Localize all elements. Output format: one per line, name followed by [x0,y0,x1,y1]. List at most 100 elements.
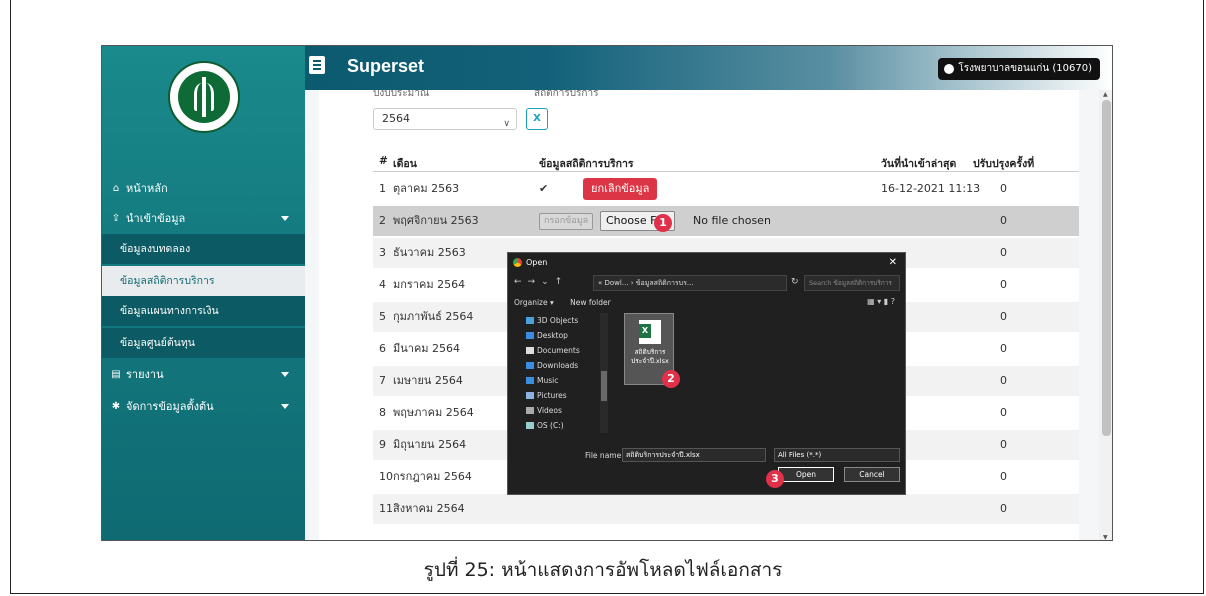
organize-button[interactable]: Organize ▾ [514,298,554,307]
row-month: พฤษภาคม 2564 [393,406,474,419]
tree-label: Videos [537,406,562,415]
row-update: 0 [1000,246,1007,259]
menu-toggle-button[interactable] [309,56,325,74]
sidebar-subitem-financial-plan[interactable]: ข้อมูลแผนทางการเงิน [102,296,305,326]
tree-label: Pictures [537,391,567,400]
row-update: 0 [1000,438,1007,451]
folder-tree: 3D Objects Desktop Documents Downloads M… [516,313,612,443]
step-marker-2: 2 [662,370,680,388]
fill-data-button[interactable]: กรอกข้อมูล [539,213,594,230]
row-month: มิถุนายน 2564 [393,438,467,451]
gear-icon: ✱ [111,401,121,412]
tree-scrollbar[interactable] [600,313,608,433]
row-month: มีนาคม 2564 [393,342,461,355]
year-select[interactable]: 2564 ∨ [373,108,517,130]
step-marker-3: 3 [766,470,784,488]
sidebar-item-reports[interactable]: ▤ รายงาน [102,360,305,390]
nav-arrows[interactable]: ←→⌄↑ [514,277,568,287]
chevron-down-icon: ∨ [503,119,510,129]
tree-item-os-c[interactable]: OS (C:) [516,418,612,433]
tree-item-music[interactable]: Music [516,373,612,388]
user-menu[interactable]: โรงพยาบาลขอนแก่น (10670) [938,58,1100,80]
tree-item-pictures[interactable]: Pictures [516,388,612,403]
sidebar: ⌂ หน้าหลัก ⇪ นำเข้าข้อมูล ข้อมูลงบทดลอง … [102,46,305,540]
row-month: เมษายน 2564 [393,374,463,387]
search-input[interactable]: Search ข้อมูลสถิติการบริการ [804,275,900,291]
open-button[interactable]: Open [778,467,834,482]
file-name-label: File name: [585,451,624,460]
new-folder-button[interactable]: New folder [570,298,611,307]
sidebar-item-master-data[interactable]: ✱ จัดการข้อมูลตั้งต้น [102,392,305,422]
file-type-select[interactable]: All Files (*.*) [774,448,900,462]
row-update: 0 [1000,374,1007,387]
row-update: 0 [1000,502,1007,515]
top-bar: Superset โรงพยาบาลขอนแก่น (10670) [305,46,1112,90]
file-open-dialog: Open ✕ ←→⌄↑ « Dowl... › ข้อมูลสถิติการบร… [507,252,906,495]
row-month: สิงหาคม 2564 [393,502,465,515]
ministry-logo [168,61,240,133]
upload-icon: ⇪ [111,213,121,224]
document-icon: ▤ [111,369,121,380]
tree-label: Desktop [537,331,568,340]
row-num: 9 [379,438,386,451]
tree-label: Downloads [537,361,579,370]
row-update: 0 [1000,278,1007,291]
table-row: 11 สิงหาคม 2564 0 [373,494,1079,524]
sidebar-subitem-cost-center[interactable]: ข้อมูลศูนย์ต้นทุน [102,328,305,358]
row-month: กุมภาพันธ์ 2564 [393,310,474,323]
excel-download-button[interactable]: X [526,108,548,130]
table-header: # เดือน ข้อมูลสถิติการบริการ วันที่นำเข้… [373,152,1079,172]
cancel-button[interactable]: Cancel [844,467,900,482]
dialog-toolbar: Organize ▾ New folder [514,298,625,307]
row-num: 4 [379,278,386,291]
hospital-name: โรงพยาบาลขอนแก่น (10670) [958,63,1092,74]
sidebar-subitem-service-stats[interactable]: ข้อมูลสถิติการบริการ [102,266,305,296]
tree-item-desktop[interactable]: Desktop [516,328,612,343]
page-scrollbar[interactable]: ▲ ▼ [1099,90,1112,540]
scroll-down-icon[interactable]: ▼ [1103,534,1108,540]
type-label: สถิติการบริการ [534,90,599,96]
user-icon [944,64,955,74]
tree-label: Music [537,376,559,385]
file-tile-name: สถิติบริการประจำปี.xlsx [631,348,669,365]
row-month: ตุลาคม 2563 [393,182,460,195]
row-update: 0 [1000,342,1007,355]
excel-file-icon: X [639,320,661,344]
app-brand: Superset [347,56,425,76]
row-update: 0 [1000,182,1007,195]
row-num: 8 [379,406,386,419]
header-update: ปรับปรุงครั้งที่ [973,158,1035,170]
refresh-icon[interactable]: ↻ [791,277,799,287]
view-options-icon[interactable]: ▦ ▾ ▮ ? [867,297,895,306]
sidebar-subitem-trial-balance[interactable]: ข้อมูลงบทดลอง [102,234,305,264]
row-update: 0 [1000,470,1007,483]
check-icon: ✔ [539,182,549,195]
row-update: 0 [1000,406,1007,419]
scroll-thumb[interactable] [1102,100,1111,436]
chevron-down-icon [281,372,289,377]
chevron-down-icon [281,216,289,221]
row-num: 11 [379,502,393,515]
tree-item-videos[interactable]: Videos [516,403,612,418]
header-month: เดือน [393,158,417,170]
cancel-data-button[interactable]: ยกเลิกข้อมูล [583,178,658,200]
row-imported: 16-12-2021 11:13 [881,182,981,195]
tree-label: Documents [537,346,580,355]
file-name-input[interactable]: สถิติบริการประจำปี.xlsx [622,448,766,462]
address-bar[interactable]: « Dowl... › ข้อมูลสถิติการบร... [593,275,787,291]
header-num: # [379,155,388,167]
figure-caption: รูปที่ 25: หน้าแสดงการอัพโหลดไฟล์เอกสาร [423,559,783,581]
row-num: 2 [379,214,386,227]
tree-item-downloads[interactable]: Downloads [516,358,612,373]
row-num: 7 [379,374,386,387]
close-icon[interactable]: ✕ [889,257,897,268]
sidebar-item-home[interactable]: ⌂ หน้าหลัก [102,174,305,204]
tree-item-documents[interactable]: Documents [516,343,612,358]
tree-item-3d-objects[interactable]: 3D Objects [516,313,612,328]
row-num: 1 [379,182,386,195]
scroll-up-icon[interactable]: ▲ [1103,91,1108,98]
sidebar-item-import[interactable]: ⇪ นำเข้าข้อมูล [102,204,305,234]
table-row: 2 พฤศจิกายน 2563 กรอกข้อมูล Choose File … [373,206,1079,236]
year-label: ปีงบประมาณ [373,90,430,96]
year-value: 2564 [382,112,410,125]
